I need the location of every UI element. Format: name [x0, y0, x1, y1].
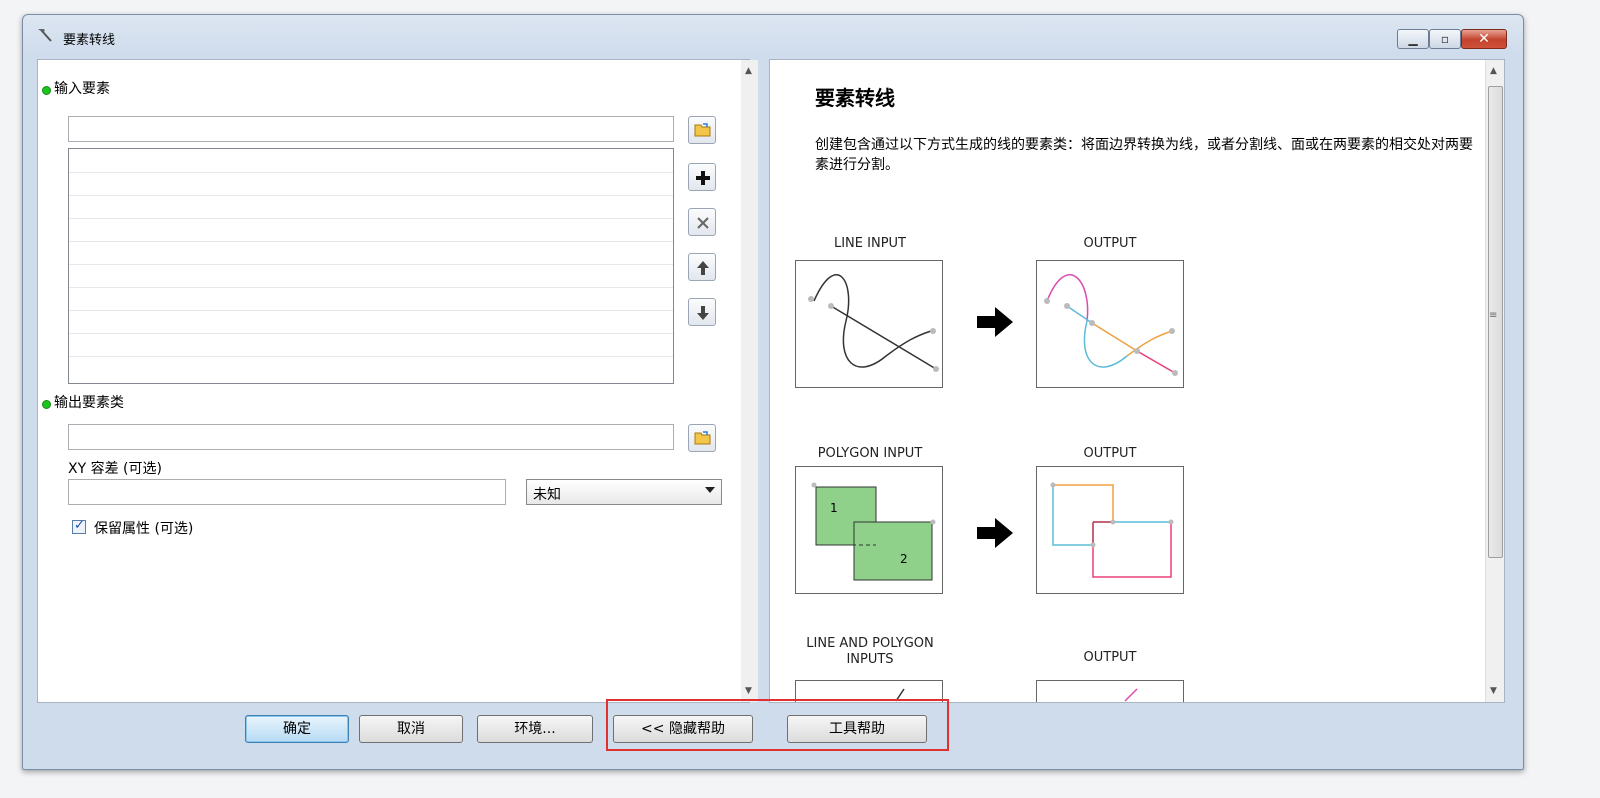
xy-tolerance-field[interactable]: [68, 479, 506, 505]
title-bar[interactable]: 要素转线 ▁ ▫ ✕: [23, 15, 1523, 59]
maximize-icon: ▫: [1440, 32, 1450, 46]
checkmark-icon: ✓: [74, 518, 85, 533]
required-indicator-icon: [42, 86, 51, 95]
polygon-label-1: 1: [830, 501, 838, 515]
line-polygon-output-diagram: [1036, 680, 1184, 702]
input-features-label: 输入要素: [54, 81, 110, 97]
environments-button[interactable]: 环境...: [477, 715, 593, 743]
list-item[interactable]: [69, 287, 673, 311]
line-input-diagram: [795, 260, 943, 388]
polygon-input-diagram: 1 2: [795, 466, 943, 594]
arrow-up-icon: [697, 261, 709, 275]
arrow-down-icon: [697, 306, 709, 320]
cancel-button[interactable]: 取消: [359, 715, 463, 743]
list-item[interactable]: [69, 333, 673, 357]
move-up-button[interactable]: [688, 253, 716, 281]
hammer-icon: [38, 29, 52, 42]
scroll-up-icon[interactable]: ▲: [745, 66, 752, 76]
list-item[interactable]: [69, 218, 673, 242]
figure1-output-caption: OUTPUT: [1083, 236, 1137, 251]
help-description: 创建包含通过以下方式生成的线的要素类：将面边界转换为线，或者分割线、面或在两要素…: [815, 137, 1473, 173]
scroll-up-icon[interactable]: ▲: [1490, 66, 1497, 76]
figure3-output-caption: OUTPUT: [1083, 650, 1137, 665]
figure3-input-caption-line2: INPUTS: [846, 652, 894, 667]
maximize-button[interactable]: ▫: [1429, 29, 1461, 49]
polygon-label-2: 2: [900, 552, 908, 566]
add-item-button[interactable]: [688, 163, 716, 191]
left-scrollbar[interactable]: ▲ ▼: [741, 60, 758, 702]
figure1-input-caption: LINE INPUT: [833, 236, 906, 251]
figure3-input-caption: LINE AND POLYGON INPUTS: [770, 636, 970, 668]
output-feature-class-label: 输出要素类: [54, 395, 124, 411]
arrow-right-icon: [977, 518, 1013, 548]
list-item[interactable]: [69, 310, 673, 334]
help-panel: 要素转线 创建包含通过以下方式生成的线的要素类：将面边界转换为线，或者分割线、面…: [769, 59, 1505, 703]
remove-item-button[interactable]: [688, 208, 716, 236]
move-down-button[interactable]: [688, 298, 716, 326]
chevron-down-icon: [705, 487, 715, 493]
output-feature-class-field[interactable]: [68, 424, 674, 450]
line-output-diagram: [1036, 260, 1184, 388]
scroll-down-icon[interactable]: ▼: [745, 686, 752, 696]
ok-button[interactable]: 确定: [245, 715, 349, 743]
xy-tolerance-label: XY 容差 (可选): [68, 461, 162, 477]
list-item[interactable]: [69, 172, 673, 196]
list-item[interactable]: [69, 241, 673, 265]
help-title: 要素转线: [815, 86, 895, 110]
preserve-attributes-label: 保留属性 (可选): [94, 521, 194, 537]
browse-output-button[interactable]: [688, 424, 716, 452]
required-indicator-icon: [42, 400, 51, 409]
delete-x-icon: [697, 217, 709, 229]
folder-open-icon: [694, 123, 711, 137]
figure2-output-caption: OUTPUT: [1083, 446, 1137, 461]
figure2-input-caption: POLYGON INPUT: [817, 446, 923, 461]
minimize-button[interactable]: ▁: [1397, 29, 1429, 49]
window-title: 要素转线: [63, 33, 116, 48]
input-features-field[interactable]: [68, 116, 674, 142]
list-item[interactable]: [69, 264, 673, 288]
close-icon: ✕: [1478, 31, 1490, 47]
input-features-list[interactable]: [68, 148, 674, 384]
figure3-input-caption-line1: LINE AND POLYGON: [806, 636, 934, 651]
unit-dropdown[interactable]: 未知: [526, 479, 722, 505]
arrow-right-icon: [977, 307, 1013, 337]
plus-icon: [696, 171, 710, 185]
folder-open-icon: [694, 431, 711, 445]
help-scrollbar[interactable]: ▲ ≡ ▼: [1485, 60, 1504, 702]
scroll-down-icon[interactable]: ▼: [1490, 686, 1497, 696]
parameters-panel: 输入要素 输出要素类 XY 容差 (可选) 未知 ✓ 保留属性 (可选) ▲ ▼: [37, 59, 758, 703]
tool-dialog-window: 要素转线 ▁ ▫ ✕ 输入要素 输出要素类 XY 容差 (可选) 未知 ✓ 保留…: [22, 14, 1524, 770]
scroll-grip-icon: ≡: [1489, 310, 1498, 321]
minimize-icon: ▁: [1408, 32, 1418, 46]
polygon-output-diagram: [1036, 466, 1184, 594]
preserve-attributes-checkbox[interactable]: ✓: [72, 518, 86, 534]
annotation-highlight-box: [606, 699, 949, 751]
browse-input-button[interactable]: [688, 116, 716, 144]
scrollbar-thumb[interactable]: [1488, 86, 1503, 558]
list-item[interactable]: [69, 195, 673, 219]
unit-selected-value: 未知: [533, 487, 561, 503]
list-item[interactable]: [69, 149, 673, 173]
close-button[interactable]: ✕: [1461, 29, 1507, 49]
